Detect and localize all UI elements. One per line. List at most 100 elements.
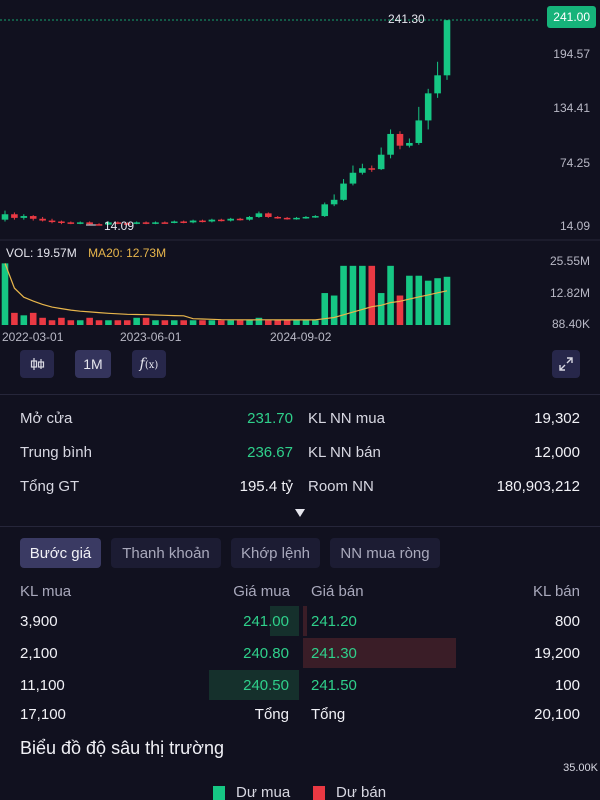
buy-price-cell[interactable]: 241.00 — [243, 613, 289, 630]
function-icon: f(x) — [139, 356, 159, 372]
candle-body — [95, 224, 103, 226]
candle-body — [133, 222, 140, 224]
candle-body — [274, 216, 282, 219]
caret-down-icon — [295, 509, 305, 517]
tab-matched-orders[interactable]: Khớp lệnh — [231, 538, 320, 568]
candle-body — [330, 199, 338, 205]
candle-body — [170, 221, 178, 223]
volume-bar — [321, 293, 329, 325]
buy-volume-cell: 11,100 — [20, 677, 65, 694]
room-nn-label: Room NN — [308, 478, 374, 495]
candle-body — [443, 20, 451, 76]
candle-body — [349, 172, 357, 184]
tab-price-step[interactable]: Bước giá — [20, 538, 101, 568]
date-axis-tick: 2022-03-01 — [2, 330, 64, 344]
candle-body — [86, 222, 93, 225]
volume-bar — [368, 265, 376, 325]
candle-body — [255, 213, 263, 217]
candle-body — [218, 219, 225, 222]
buy-price-cell[interactable]: 240.50 — [243, 677, 289, 694]
volume-bar — [293, 320, 300, 325]
sell-price-cell[interactable]: 241.50 — [311, 677, 357, 694]
chart-type-button[interactable] — [20, 350, 54, 378]
ma20-value: MA20: 12.73M — [88, 246, 167, 260]
nn-buy-value: 19,302 — [534, 410, 580, 427]
expand-stats-button[interactable] — [294, 505, 306, 523]
last-price-badge: 241.00 — [547, 6, 596, 28]
tab-foreign-net-buy[interactable]: NN mua ròng — [330, 538, 440, 568]
expand-icon — [559, 357, 573, 371]
high-price-label: 241.30 — [388, 12, 425, 26]
volume-bar — [76, 320, 84, 325]
candle-body — [321, 204, 329, 217]
price-axis-tick: 14.09 — [559, 219, 590, 233]
volume-bar — [283, 320, 291, 325]
volume-bar — [123, 320, 131, 325]
buy-volume-cell: 2,100 — [20, 645, 58, 662]
volume-bar — [340, 265, 347, 325]
date-axis-tick: 2024-09-02 — [270, 330, 332, 344]
low-price-label: 14.09 — [104, 219, 135, 233]
candle-body — [1, 214, 9, 220]
candle-body — [39, 218, 46, 221]
sell-legend-label: Dư bán — [336, 784, 387, 800]
average-label: Trung bình — [20, 444, 92, 461]
indicator-button[interactable]: f(x) — [132, 350, 166, 378]
sell-price-cell[interactable]: 241.30 — [311, 645, 357, 662]
buy-legend-swatch — [213, 786, 225, 800]
volume-bar — [330, 295, 338, 325]
depth-chart-title: Biểu đồ độ sâu thị trường — [20, 738, 224, 758]
open-label: Mở cửa — [20, 410, 73, 427]
candle-body — [340, 183, 347, 200]
buy-price-cell[interactable]: 240.80 — [243, 645, 289, 662]
volume-bar — [180, 320, 187, 325]
volume-bar — [95, 320, 103, 325]
buy-price-header: Giá mua — [233, 583, 290, 600]
price-chart[interactable] — [0, 0, 600, 330]
volume-bar — [265, 320, 272, 325]
total-sell-label: Tổng — [311, 706, 346, 723]
volume-bar — [170, 320, 178, 325]
candle-body — [20, 216, 28, 218]
room-nn-value: 180,903,212 — [496, 478, 580, 495]
price-axis-tick: 134.41 — [553, 101, 590, 115]
date-axis-tick: 2023-06-01 — [120, 330, 182, 344]
volume-bar — [246, 320, 253, 325]
candle-body — [161, 222, 169, 224]
tab-liquidity[interactable]: Thanh khoản — [111, 538, 221, 568]
volume-bar — [349, 265, 357, 325]
volume-bar — [387, 265, 394, 325]
volume-bar — [227, 320, 234, 325]
candle-body — [48, 220, 56, 223]
volume-bar — [39, 317, 46, 325]
volume-bar — [189, 320, 197, 325]
nn-sell-value: 12,000 — [534, 444, 580, 461]
candle-body — [265, 213, 272, 217]
fullscreen-button[interactable] — [552, 350, 580, 378]
sell-price-header: Giá bán — [311, 583, 364, 600]
interval-button[interactable]: 1M — [75, 350, 111, 378]
candle-body — [387, 133, 394, 155]
volume-bar — [29, 312, 37, 325]
volume-bar — [236, 320, 244, 325]
candle-body — [199, 220, 206, 223]
candle-body — [293, 217, 300, 220]
buy-legend-label: Dư mua — [236, 784, 291, 800]
sell-volume-header: KL bán — [533, 583, 580, 600]
volume-bar — [67, 320, 75, 325]
volume-bar — [359, 265, 366, 325]
candle-body — [359, 168, 366, 173]
total-sell-volume: 20,100 — [534, 706, 580, 723]
volume-axis-tick: 12.82M — [549, 286, 590, 300]
volume-axis-tick: 88.40K — [551, 317, 590, 331]
sell-price-cell[interactable]: 241.20 — [311, 613, 357, 630]
volume-bar — [199, 320, 206, 325]
volume-bar — [434, 278, 441, 325]
volume-bar — [114, 320, 122, 325]
volume-bar — [424, 280, 432, 325]
sell-volume-cell: 800 — [554, 613, 580, 630]
candle-body — [368, 168, 376, 170]
nn-sell-label: KL NN bán — [308, 444, 381, 461]
volume-bar — [133, 317, 140, 325]
volume-value: VOL: 19.57M — [6, 246, 77, 260]
